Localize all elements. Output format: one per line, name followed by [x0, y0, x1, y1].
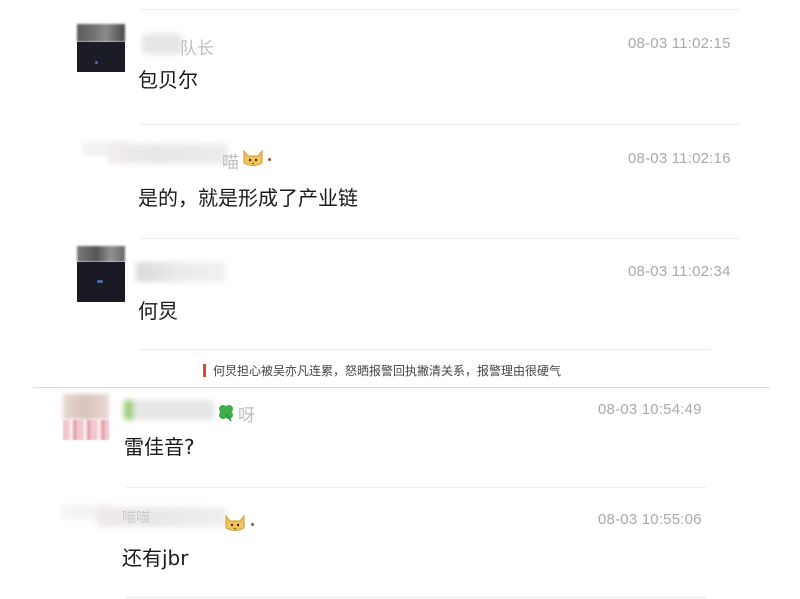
sender-name-suffix: 队长: [180, 39, 214, 59]
message-time: 08-03 10:54:49: [598, 401, 702, 418]
chat-message: 08-03 11:02:34 何炅: [0, 238, 800, 348]
message-content[interactable]: 还有jbr: [122, 542, 188, 571]
chat-message: 呀 08-03 10:54:49 雷佳音?: [0, 388, 800, 488]
avatar[interactable]: [77, 246, 125, 302]
caption-accent-bar: [203, 364, 206, 377]
avatar[interactable]: [77, 24, 125, 72]
cat-emoji-icon: [243, 149, 263, 166]
chat-message: 喵 08-03 11:02:16 是的，就是形成了产业链: [0, 120, 800, 240]
message-time: 08-03 11:02:15: [628, 35, 731, 52]
message-content[interactable]: 雷佳音?: [124, 431, 195, 460]
sender-name-suffix: 呀: [238, 406, 255, 426]
sender-name-blurred: [96, 507, 226, 527]
chat-message: 喵喵 08-03 10:55:06 还有jbr: [0, 487, 800, 599]
sender-name-blurred: [136, 262, 226, 282]
divider: [140, 349, 710, 350]
screenshot-stage: 队长 08-03 11:02:15 包贝尔 喵 08-03 11:02:16 是…: [0, 0, 800, 599]
message-time: 08-03 11:02:34: [628, 263, 731, 280]
clover-emoji-icon: [219, 405, 233, 422]
chat-message: 队长 08-03 11:02:15 包贝尔: [0, 0, 800, 120]
chat-section-top: 队长 08-03 11:02:15 包贝尔 喵 08-03 11:02:16 是…: [0, 0, 800, 350]
divider: [126, 597, 706, 598]
decoration-dot: [251, 523, 254, 526]
sender-name-suffix: 喵喵: [122, 510, 150, 526]
sender-name-blurred: [124, 400, 214, 420]
sender-name-blurred: [108, 144, 228, 164]
message-time: 08-03 10:55:06: [598, 511, 702, 528]
sender-name-blurred: [142, 34, 182, 54]
message-time: 08-03 11:02:16: [628, 150, 731, 167]
decoration-dot: [268, 158, 271, 161]
avatar[interactable]: [63, 394, 109, 440]
cat-emoji-icon: [225, 514, 245, 531]
message-content[interactable]: 何炅: [138, 295, 178, 324]
chat-section-bottom: 呀 08-03 10:54:49 雷佳音? 喵喵 08-03 10:55:06 …: [0, 388, 800, 599]
image-caption: 何炅担心被吴亦凡连累，怒晒报警回执撇清关系，报警理由很硬气: [213, 364, 562, 378]
message-content[interactable]: 是的，就是形成了产业链: [138, 182, 358, 211]
message-content[interactable]: 包贝尔: [138, 64, 198, 93]
sender-name-suffix: 喵: [222, 153, 239, 173]
